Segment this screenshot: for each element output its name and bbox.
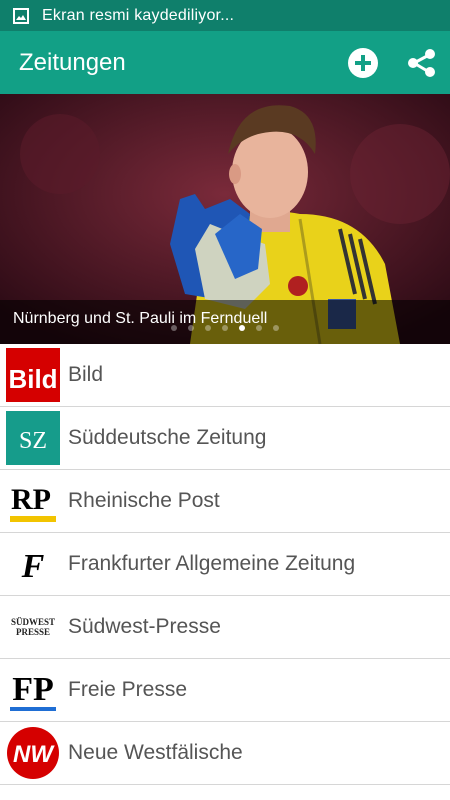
list-item-freie-presse[interactable]: FP Freie Presse	[0, 659, 450, 722]
carousel-dot[interactable]	[205, 325, 211, 331]
news-carousel[interactable]: Nürnberg und St. Pauli im Fernduell	[0, 94, 450, 344]
share-button[interactable]	[399, 41, 443, 85]
status-bar: Ekran resmi kaydediliyor...	[0, 0, 450, 31]
share-icon	[408, 48, 435, 77]
newspaper-name: Süddeutsche Zeitung	[68, 426, 267, 449]
image-icon	[13, 7, 29, 24]
newspaper-name: Südwest-Presse	[68, 615, 221, 638]
carousel-dot[interactable]	[171, 325, 177, 331]
newspaper-name: Bild	[68, 363, 104, 386]
svg-text:Bild: Bild	[8, 364, 57, 394]
list-item-sueddeutsche[interactable]: SZ Süddeutsche Zeitung	[0, 407, 450, 470]
rp-logo: RP	[6, 474, 60, 528]
newspaper-name: Frankfurter Allgemeine Zeitung	[68, 552, 356, 575]
carousel-indicators	[0, 325, 450, 335]
app-bar: Zeitungen	[0, 31, 450, 94]
nw-logo: NW	[6, 726, 60, 780]
carousel-dot[interactable]	[188, 325, 194, 331]
svg-text:PRESSE: PRESSE	[16, 627, 50, 637]
svg-text:NW: NW	[13, 741, 55, 768]
add-circle-icon	[348, 47, 378, 78]
carousel-dot[interactable]	[273, 325, 279, 331]
sz-logo: SZ	[6, 411, 60, 465]
app-title: Zeitungen	[19, 48, 126, 76]
carousel-dot[interactable]	[222, 325, 228, 331]
fp-logo: FP	[6, 663, 60, 717]
news-caption-bar: Nürnberg und St. Pauli im Fernduell	[0, 300, 450, 344]
list-item-suedwest-presse[interactable]: SÜDWEST PRESSE Südwest-Presse	[0, 596, 450, 659]
carousel-dot[interactable]	[256, 325, 262, 331]
svg-text:RP: RP	[11, 483, 51, 516]
list-item-neue-westfaelische[interactable]: NW Neue Westfälische	[0, 722, 450, 785]
newspaper-list: Bild Bild SZ Süddeutsche Zeitung RP Rhei…	[0, 344, 450, 785]
newspaper-name: Rheinische Post	[68, 489, 220, 512]
bild-logo: Bild	[6, 348, 60, 402]
svg-text:SÜDWEST: SÜDWEST	[11, 617, 55, 627]
list-item-bild[interactable]: Bild Bild	[0, 344, 450, 407]
list-item-faz[interactable]: F Frankfurter Allgemeine Zeitung	[0, 533, 450, 596]
faz-logo: F	[6, 537, 60, 591]
add-button[interactable]	[341, 41, 385, 85]
svg-text:F: F	[21, 548, 45, 585]
list-item-rheinische-post[interactable]: RP Rheinische Post	[0, 470, 450, 533]
suedwest-presse-logo: SÜDWEST PRESSE	[6, 600, 60, 654]
svg-text:FP: FP	[12, 671, 54, 708]
newspaper-name: Freie Presse	[68, 678, 188, 701]
svg-text:SZ: SZ	[19, 428, 47, 454]
carousel-dot-active[interactable]	[239, 325, 245, 331]
status-notification-text: Ekran resmi kaydediliyor...	[42, 6, 235, 24]
newspaper-name: Neue Westfälische	[68, 741, 243, 764]
